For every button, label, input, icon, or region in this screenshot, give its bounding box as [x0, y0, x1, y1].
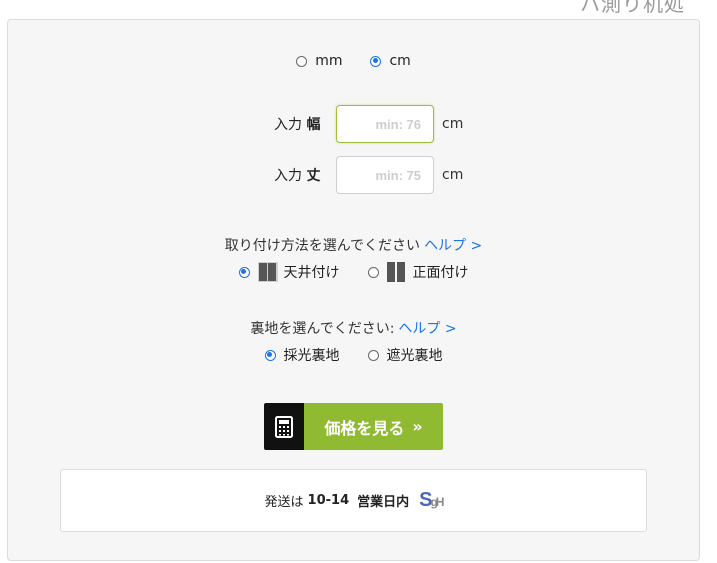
width-label: 入力 幅 [274, 117, 321, 133]
width-unit: cm [442, 116, 464, 132]
ceiling-mount-icon [257, 262, 278, 282]
mount-option-front[interactable]: 正面付け [367, 262, 469, 282]
mount-ceiling-radio[interactable] [238, 266, 250, 278]
view-price-label: 価格を見る » [304, 403, 443, 450]
sgh-logo-icon: SgH [419, 489, 444, 511]
unit-option-cm[interactable]: cm [370, 53, 411, 69]
width-row: 入力 幅 cm [274, 105, 463, 143]
mount-front-label: 正面付け [412, 265, 469, 281]
height-input[interactable] [336, 156, 434, 194]
lining-help-link[interactable]: ヘルプ > [398, 318, 456, 338]
mounting-question: 取り付け方法を選んでください [224, 238, 421, 254]
mounting-help-link[interactable]: ヘルプ > [424, 235, 482, 255]
view-price-button[interactable]: 価格を見る » [264, 403, 443, 450]
shipping-suffix: 営業日内 [357, 495, 410, 510]
lining-option-daylight[interactable]: 採光裏地 [264, 345, 340, 365]
lining-question-row: 裏地を選んでください: ヘルプ > [8, 318, 699, 338]
lining-options: 採光裏地 遮光裏地 [8, 345, 699, 365]
unit-mm-label: mm [315, 53, 343, 69]
lining-daylight-label: 採光裏地 [283, 348, 340, 364]
unit-option-mm[interactable]: mm [296, 53, 342, 69]
unit-mm-radio[interactable] [296, 55, 308, 67]
height-unit: cm [442, 167, 464, 183]
unit-selector: mm cm [8, 53, 699, 69]
mount-option-ceiling[interactable]: 天井付け [238, 262, 340, 282]
unit-cm-label: cm [389, 53, 411, 69]
shipping-prefix: 発送は [264, 495, 304, 510]
lining-question: 裏地を選んでください: [250, 321, 395, 337]
height-label: 入力 丈 [274, 168, 321, 184]
mount-ceiling-label: 天井付け [283, 265, 340, 281]
front-mount-icon [386, 262, 407, 282]
lining-blackout-label: 遮光裏地 [386, 348, 443, 364]
lining-option-blackout[interactable]: 遮光裏地 [367, 345, 443, 365]
mounting-question-row: 取り付け方法を選んでください ヘルプ > [8, 235, 699, 255]
unit-cm-radio[interactable] [370, 55, 382, 67]
shipping-days: 10-14 [307, 493, 350, 508]
width-input[interactable] [336, 105, 434, 143]
lining-blackout-radio[interactable] [367, 349, 379, 361]
mounting-options: 天井付け 正面付け [8, 262, 699, 282]
faded-title: ハ測り机処 [580, 0, 685, 16]
lining-daylight-radio[interactable] [264, 349, 276, 361]
shipping-info: 発送は 10-14 営業日内 SgH [60, 469, 647, 532]
mount-front-radio[interactable] [367, 266, 379, 278]
height-row: 入力 丈 cm [274, 156, 463, 194]
calculator-icon [264, 403, 304, 450]
double-chevron-icon: » [412, 417, 423, 436]
